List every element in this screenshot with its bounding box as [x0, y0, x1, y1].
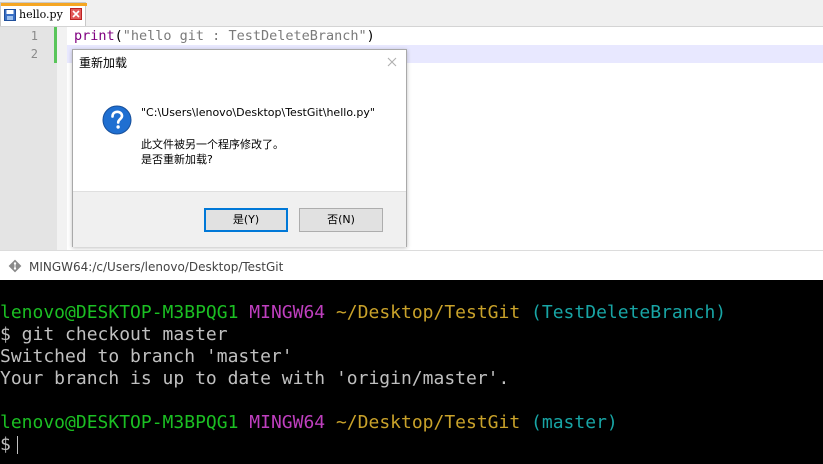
code-paren-open: ( [114, 28, 123, 44]
prompt-dollar: $ [0, 434, 11, 455]
prompt-path: ~/Desktop/TestGit [335, 412, 521, 433]
terminal-input-line[interactable]: $ [0, 434, 18, 456]
prompt-user: lenovo@DESKTOP-M3BPQG1 [0, 412, 239, 433]
prompt-system: MINGW64 [249, 302, 326, 323]
line-number-1: 1 [30, 29, 38, 43]
prompt-branch: (TestDeleteBranch) [531, 302, 727, 323]
yes-button[interactable]: 是(Y) [204, 208, 288, 232]
prompt-branch: (master) [531, 412, 618, 433]
dialog-title: 重新加载 [79, 56, 128, 70]
git-icon [8, 259, 22, 273]
reload-dialog: 重新加载 "C:\Users\lenovo\Desktop\TestGit\he… [72, 49, 407, 247]
code-string: "hello git : TestDeleteBranch" [122, 28, 367, 44]
terminal-window: MINGW64:/c/Users/lenovo/Desktop/TestGit … [0, 250, 823, 464]
code-paren-close: ) [366, 28, 375, 44]
dialog-file-path: "C:\Users\lenovo\Desktop\TestGit\hello.p… [141, 106, 375, 119]
text-cursor [16, 436, 18, 454]
terminal-prompt-line: lenovo@DESKTOP-M3BPQG1 MINGW64 ~/Desktop… [0, 412, 618, 434]
tab-hello-py[interactable]: hello.py [0, 2, 87, 26]
close-icon[interactable] [386, 56, 398, 68]
close-icon[interactable] [70, 8, 82, 20]
dialog-footer: 是(Y) 否(N) [73, 191, 406, 247]
editor-window: hello.py 1 2 print("hello git : TestDele… [0, 0, 823, 250]
no-button[interactable]: 否(N) [299, 208, 383, 232]
terminal-title: MINGW64:/c/Users/lenovo/Desktop/TestGit [29, 260, 284, 274]
dialog-message-line2: 是否重新加载? [141, 153, 213, 166]
line-number-gutter: 1 2 [0, 27, 57, 250]
prompt-user: lenovo@DESKTOP-M3BPQG1 [0, 302, 239, 323]
fold-margin [57, 27, 67, 250]
save-icon [4, 9, 16, 21]
terminal-prompt-line: lenovo@DESKTOP-M3BPQG1 MINGW64 ~/Desktop… [0, 302, 726, 324]
terminal-output-line: Your branch is up to date with 'origin/m… [0, 368, 510, 389]
terminal-output-line: Switched to branch 'master' [0, 346, 293, 367]
tab-bar: hello.py [0, 0, 823, 27]
line-number-2: 2 [30, 47, 38, 61]
terminal-titlebar: MINGW64:/c/Users/lenovo/Desktop/TestGit [0, 250, 823, 281]
tab-active-indicator [1, 3, 87, 6]
question-icon [102, 105, 132, 135]
tab-label: hello.py [19, 8, 63, 21]
prompt-path: ~/Desktop/TestGit [335, 302, 521, 323]
terminal-body[interactable]: lenovo@DESKTOP-M3BPQG1 MINGW64 ~/Desktop… [0, 280, 823, 464]
code-line-1[interactable]: print("hello git : TestDeleteBranch") [74, 27, 375, 45]
terminal-command-line: $ git checkout master [0, 324, 228, 345]
dialog-message-line1: 此文件被另一个程序修改了。 [141, 138, 284, 151]
code-keyword: print [74, 28, 115, 44]
prompt-system: MINGW64 [249, 412, 326, 433]
